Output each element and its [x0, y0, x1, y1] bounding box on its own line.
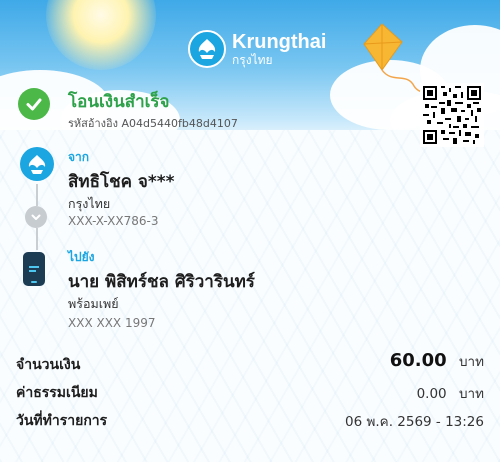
- fee-value: 0.00: [416, 386, 447, 402]
- success-title: โอนเงินสำเร็จ: [68, 92, 170, 112]
- recipient-bank: พร้อมเพย์: [68, 296, 119, 311]
- sender-name: สิทธิโชค จ***: [68, 172, 175, 192]
- sender-bank: กรุงไทย: [68, 196, 111, 211]
- bank-icon: [20, 147, 54, 181]
- connector-line: [36, 184, 38, 206]
- fee-label: ค่าธรรมเนียม: [16, 385, 98, 401]
- krungthai-logo-icon: [188, 30, 226, 68]
- chevron-down-icon: [25, 206, 47, 228]
- qr-code-icon[interactable]: [420, 83, 484, 147]
- amount-label: จำนวนเงิน: [16, 357, 81, 373]
- fee-row-value: 0.00 บาท: [417, 382, 484, 404]
- amount-row-value: 60.00 บาท: [390, 350, 484, 372]
- recipient-name: นาย พิสิทร์ชล ศิริวารินทร์: [68, 272, 255, 292]
- amount-unit: บาท: [458, 354, 484, 370]
- bank-logo: Krungthai กรุงไทย: [188, 30, 326, 68]
- check-icon: [18, 88, 50, 120]
- reference-number: รหัสอ้างอิง A04d5440fb48d4107: [68, 117, 238, 130]
- recipient-account: XXX XXX 1997: [68, 316, 156, 330]
- recipient-label: ไปยัง: [68, 250, 95, 264]
- phone-icon: [23, 252, 45, 286]
- date-value: 06 พ.ค. 2569 - 13:26: [345, 414, 484, 430]
- success-section: โอนเงินสำเร็จ รหัสอ้างอิง A04d5440fb48d4…: [18, 88, 238, 130]
- brand-name-th: กรุงไทย: [232, 53, 273, 67]
- date-label: วันที่ทำรายการ: [16, 413, 108, 429]
- amount-value: 60.00: [389, 350, 447, 371]
- sun-decoration: [46, 0, 156, 70]
- brand-name-en: Krungthai: [232, 31, 327, 53]
- sender-account: XXX-X-XX786-3: [68, 214, 159, 228]
- sender-label: จาก: [68, 150, 90, 164]
- fee-unit: บาท: [458, 386, 484, 402]
- connector-line: [36, 228, 38, 250]
